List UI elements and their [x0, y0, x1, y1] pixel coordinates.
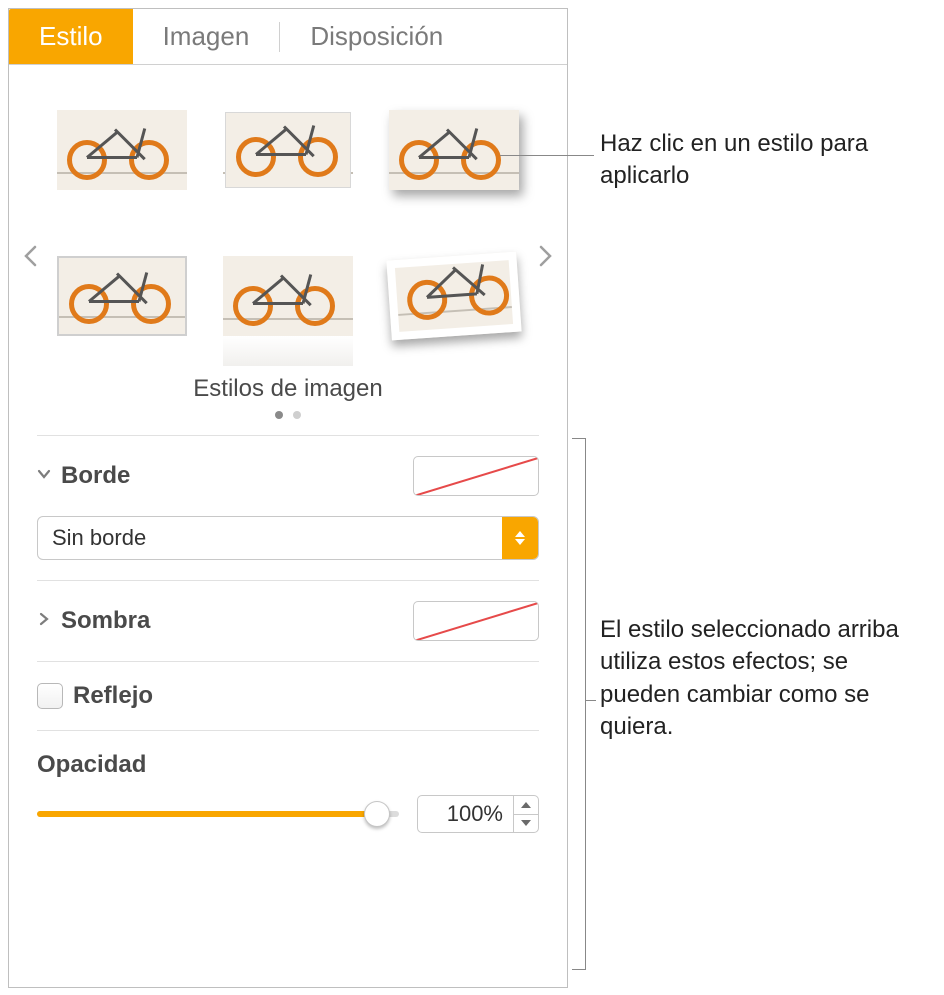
page-dot-1[interactable]	[275, 411, 283, 419]
page-dot-2[interactable]	[293, 411, 301, 419]
image-styles-area: Estilos de imagen	[9, 65, 567, 435]
tab-arrange-label: Disposición	[310, 21, 443, 52]
callout-line-2	[586, 700, 596, 701]
tab-image[interactable]: Imagen	[133, 9, 280, 64]
border-section: Borde Sin borde	[37, 435, 539, 580]
opacity-section: Opacidad 100%	[37, 730, 539, 853]
opacity-label: Opacidad	[37, 751, 146, 779]
tab-image-label: Imagen	[163, 21, 250, 52]
opacity-field: 100%	[417, 795, 539, 833]
border-title-row[interactable]: Borde	[37, 462, 130, 490]
styles-page-dots	[49, 411, 527, 419]
inspector-tabs: Estilo Imagen Disposición	[9, 9, 567, 65]
chevron-right-icon	[539, 247, 553, 272]
shadow-section: Sombra	[37, 580, 539, 661]
slider-fill	[37, 811, 377, 817]
opacity-value-input[interactable]: 100%	[417, 795, 513, 833]
styles-prev-button[interactable]	[13, 235, 47, 283]
chevron-right-icon	[37, 612, 51, 631]
slider-thumb[interactable]	[364, 801, 390, 827]
tab-style[interactable]: Estilo	[9, 9, 133, 64]
opacity-step-up[interactable]	[514, 796, 538, 815]
callout-styles: Haz clic en un estilo para aplicarlo	[600, 128, 920, 193]
style-thumbnail-2[interactable]	[213, 95, 363, 205]
reflection-title: Reflejo	[73, 682, 153, 710]
opacity-controls: 100%	[37, 795, 539, 833]
callout-line	[500, 155, 594, 156]
format-inspector-panel: Estilo Imagen Disposición	[8, 8, 568, 988]
style-thumbnail-3[interactable]	[379, 95, 529, 205]
tab-style-label: Estilo	[39, 21, 103, 52]
reflection-header: Reflejo	[37, 682, 539, 710]
styles-caption: Estilos de imagen	[49, 375, 527, 403]
border-title: Borde	[61, 462, 130, 490]
reflection-title-row: Reflejo	[37, 682, 153, 710]
style-thumbnail-6[interactable]	[375, 236, 532, 356]
reflection-section: Reflejo	[37, 661, 539, 730]
styles-next-button[interactable]	[529, 235, 563, 283]
shadow-header: Sombra	[37, 601, 539, 641]
chevron-left-icon	[23, 247, 37, 272]
shadow-preview-swatch[interactable]	[413, 601, 539, 641]
tab-arrange[interactable]: Disposición	[280, 9, 473, 64]
chevron-down-icon	[37, 467, 51, 486]
opacity-stepper	[513, 795, 539, 833]
style-thumbnail-grid	[49, 95, 527, 351]
callout-effects: El estilo seleccionado arriba utiliza es…	[600, 614, 930, 744]
callout-bracket	[572, 438, 586, 970]
opacity-step-down[interactable]	[514, 815, 538, 833]
border-header: Borde	[37, 456, 539, 496]
dropdown-arrows-icon	[502, 517, 538, 559]
border-preview-swatch[interactable]	[413, 456, 539, 496]
reflection-checkbox[interactable]	[37, 683, 63, 709]
style-thumbnail-1[interactable]	[47, 95, 197, 205]
shadow-title: Sombra	[61, 607, 150, 635]
border-type-value: Sin borde	[38, 525, 502, 551]
opacity-title: Opacidad	[37, 751, 539, 779]
style-thumbnail-4[interactable]	[47, 241, 197, 351]
style-thumbnail-5[interactable]	[213, 241, 363, 351]
shadow-title-row[interactable]: Sombra	[37, 607, 150, 635]
border-type-select[interactable]: Sin borde	[37, 516, 539, 560]
opacity-slider[interactable]	[37, 799, 399, 829]
